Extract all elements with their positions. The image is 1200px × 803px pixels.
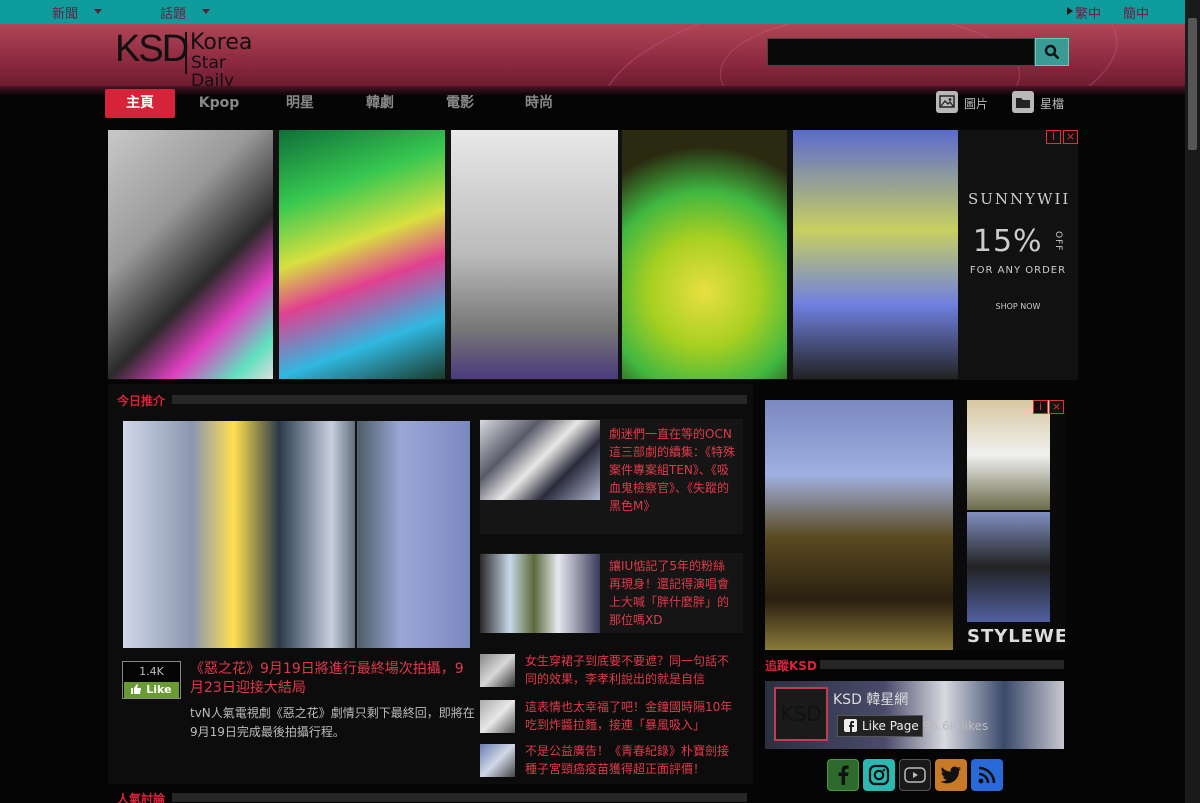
like-button[interactable]: Like bbox=[124, 682, 179, 698]
fb-page-logo[interactable]: KSD bbox=[774, 687, 828, 741]
tab-movies[interactable]: 電影 bbox=[440, 89, 480, 118]
logo-line1: Korea bbox=[190, 30, 253, 55]
folder-icon[interactable] bbox=[1012, 91, 1034, 113]
search-icon bbox=[1044, 44, 1060, 60]
news-menu[interactable]: 新聞 bbox=[52, 3, 78, 22]
article-title[interactable]: 劇迷們一直在等的OCN這三部劇的續集：《特殊案件專案組TEN》、《吸血鬼檢察官》… bbox=[609, 425, 735, 515]
tab-stars[interactable]: 明星 bbox=[280, 89, 320, 118]
archive-link[interactable]: 星檔 bbox=[1040, 95, 1064, 112]
featured-image[interactable] bbox=[123, 421, 470, 648]
section-rule bbox=[820, 660, 1064, 669]
article-thumbnail[interactable] bbox=[480, 744, 515, 777]
tab-home[interactable]: 主頁 bbox=[105, 89, 175, 118]
lang-traditional[interactable]: 繁中 bbox=[1075, 3, 1101, 22]
ad-product-image[interactable] bbox=[967, 512, 1050, 622]
like-count: 1.4K bbox=[139, 665, 164, 678]
ad-product-image[interactable] bbox=[793, 130, 958, 379]
article-title[interactable]: 不是公益廣告！《青春紀錄》朴寶劍接種子宮頸癌疫苗獲得超正面評價！ bbox=[525, 742, 740, 778]
section-title-follow: 追蹤KSD bbox=[765, 659, 817, 673]
photos-link[interactable]: 圖片 bbox=[964, 95, 988, 112]
topics-menu[interactable]: 話題 bbox=[160, 3, 186, 22]
ad-product-image[interactable] bbox=[451, 130, 618, 379]
fb-like-count: 96.6K likes bbox=[923, 719, 989, 733]
chevron-down-icon[interactable] bbox=[94, 9, 102, 14]
logo-divider bbox=[185, 32, 187, 74]
twitter-icon[interactable] bbox=[935, 759, 967, 791]
logo-ksd: KSD bbox=[115, 28, 189, 70]
article-title[interactable]: 這表情也太幸福了吧！金鐘國時隔10年吃到炸醬拉麵，接連「暴風吸入」 bbox=[525, 698, 740, 734]
ad-offer-text: FOR ANY ORDER bbox=[969, 265, 1067, 276]
article-title[interactable]: 女生穿裙子到底要不要遮？同一句話不同的效果，李孝利說出的就是自信 bbox=[525, 652, 740, 688]
site-logo[interactable]: KSD Korea Star Daily bbox=[115, 28, 265, 86]
article-thumbnail[interactable] bbox=[480, 420, 600, 500]
like-label: Like bbox=[146, 683, 172, 696]
youtube-icon[interactable] bbox=[899, 759, 931, 791]
ad-product-image[interactable] bbox=[622, 130, 787, 379]
thumbs-up-icon bbox=[131, 684, 142, 694]
section-rule bbox=[172, 395, 747, 404]
top-bar: 新聞 話題 繁中 簡中 bbox=[0, 0, 1200, 24]
section-title-today: 今日推介 bbox=[117, 394, 166, 408]
search-input[interactable] bbox=[767, 38, 1035, 66]
ad-product-image[interactable] bbox=[279, 130, 445, 379]
ad-discount: 15% bbox=[972, 224, 1043, 259]
image-icon[interactable] bbox=[936, 91, 958, 113]
tab-drama[interactable]: 韓劇 bbox=[360, 89, 400, 118]
article-thumbnail[interactable] bbox=[480, 554, 600, 633]
site-header: KSD Korea Star Daily bbox=[0, 24, 1200, 86]
ad-info-icon[interactable]: i bbox=[1046, 130, 1061, 144]
banner-ad[interactable]: SUNNYWII 15% OFF FOR ANY ORDER SHOP NOW … bbox=[108, 130, 1078, 380]
featured-description: tvN人氣電視劇《惡之花》劇情只剩下最終回，即將在9月19日完成最後拍攝行程。 bbox=[190, 706, 475, 739]
article-thumbnail[interactable] bbox=[480, 654, 515, 687]
logo-line2: Star Daily bbox=[191, 53, 235, 86]
rss-icon[interactable] bbox=[971, 759, 1003, 791]
like-widget[interactable]: 1.4K Like bbox=[122, 661, 181, 699]
close-icon[interactable]: × bbox=[1063, 130, 1078, 144]
lang-simplified[interactable]: 簡中 bbox=[1123, 3, 1149, 22]
close-icon[interactable]: × bbox=[1049, 400, 1064, 414]
instagram-icon[interactable] bbox=[863, 759, 895, 791]
featured-title[interactable]: 《惡之花》9月19日將進行最終場次拍攝，9月23日迎接大結局 bbox=[190, 660, 470, 698]
scrollbar-thumb[interactable] bbox=[1188, 18, 1197, 150]
ad-product-image[interactable] bbox=[765, 400, 953, 650]
ad-brand-block[interactable]: SUNNYWII 15% OFF FOR ANY ORDER SHOP NOW bbox=[968, 190, 1068, 311]
main-nav: 主頁 Kpop 明星 韓劇 電影 時尚 圖片 星檔 bbox=[0, 86, 1200, 122]
ad-info-icon[interactable]: i bbox=[1033, 400, 1048, 414]
article-thumbnail[interactable] bbox=[480, 700, 515, 733]
section-title-popular: 人氣討論 bbox=[117, 792, 166, 803]
chevron-down-icon[interactable] bbox=[202, 9, 210, 14]
tab-fashion[interactable]: 時尚 bbox=[519, 89, 559, 118]
facebook-icon bbox=[844, 719, 857, 732]
fb-like-label: Like Page bbox=[862, 719, 919, 733]
facebook-icon[interactable] bbox=[827, 759, 859, 791]
ad-brand-name: STYLEWE bbox=[967, 626, 1065, 647]
search-button[interactable] bbox=[1035, 38, 1069, 66]
article-title[interactable]: 讓IU惦記了5年的粉絲再現身！還記得演唱會上大喊「胖什麼胖」的那位嗎XD bbox=[609, 557, 735, 629]
section-rule bbox=[172, 793, 747, 802]
tab-kpop[interactable]: Kpop bbox=[194, 89, 244, 118]
ad-product-image[interactable] bbox=[108, 130, 273, 379]
play-icon bbox=[1067, 7, 1073, 15]
fb-like-page-button[interactable]: Like Page bbox=[837, 715, 923, 737]
ad-off-label: OFF bbox=[1053, 230, 1064, 251]
ad-product-image[interactable] bbox=[967, 400, 1050, 510]
facebook-page-widget[interactable]: KSD KSD 韓星網 Like Page 96.6K likes bbox=[765, 681, 1064, 749]
fb-page-name[interactable]: KSD 韓星網 bbox=[833, 689, 908, 709]
side-ad[interactable]: STYLEWE i × bbox=[765, 400, 1065, 650]
ad-brand-name: SUNNYWII bbox=[968, 190, 1071, 208]
ad-shop-now[interactable]: SHOP NOW bbox=[968, 302, 1068, 311]
